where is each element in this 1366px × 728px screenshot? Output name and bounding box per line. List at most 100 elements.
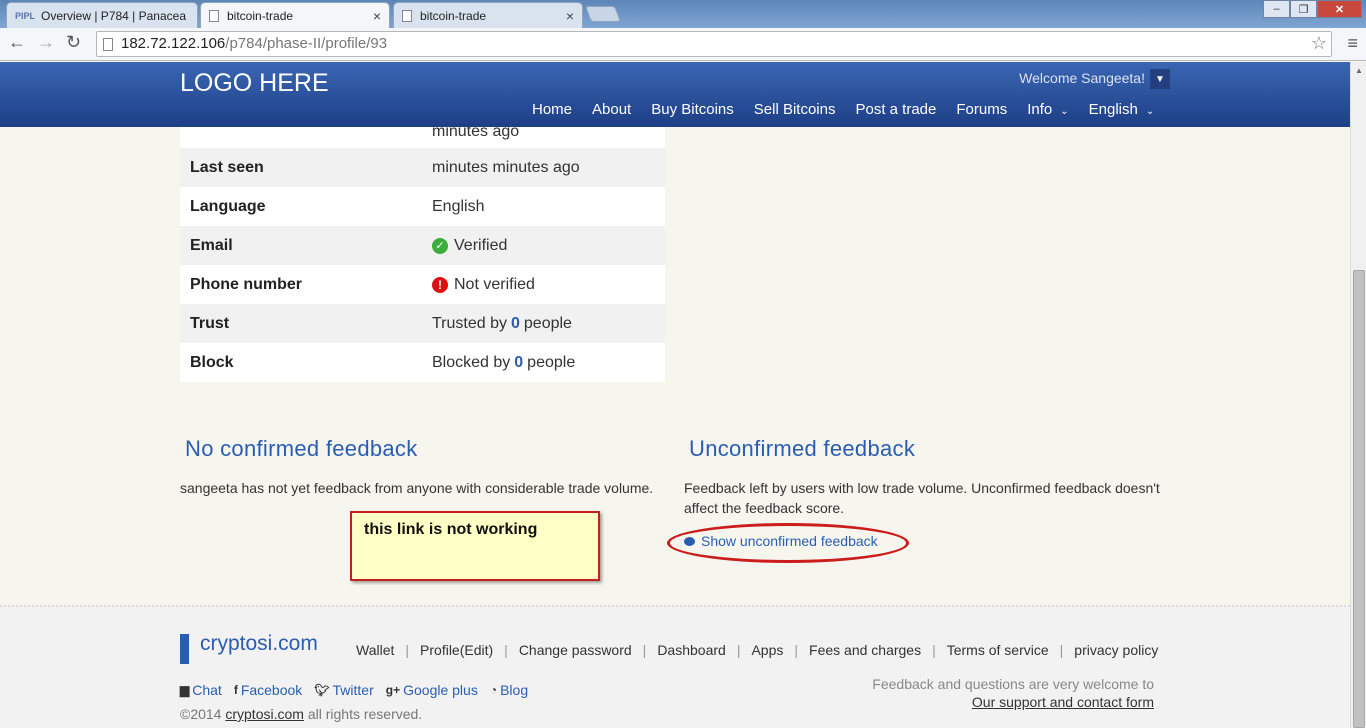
footer-link-terms[interactable]: Terms of service <box>947 642 1049 658</box>
browser-tab-bar: PIPL Overview | P784 | Panacea bitcoin-t… <box>0 0 1366 28</box>
confirmed-feedback-title: No confirmed feedback <box>185 436 418 461</box>
site-header: LOGO HERE Welcome Sangeeta! ▼ Home About… <box>0 62 1350 127</box>
brand-bar <box>180 634 189 664</box>
user-menu-chevron-down-icon[interactable]: ▼ <box>1150 69 1170 89</box>
social-google-plus[interactable]: g+ Google plus <box>386 682 478 698</box>
email-status: Verified <box>454 236 508 254</box>
reload-icon[interactable]: ↻ <box>66 32 81 53</box>
social-links: ▆ Chat f Facebook 🐦︎ Twitter g+ Google plus … <box>180 682 528 698</box>
table-row-email: Email ✓ Verified <box>180 226 665 265</box>
check-circle-icon: ✓ <box>432 237 448 254</box>
scroll-up-icon[interactable]: ▲ <box>1351 62 1366 78</box>
chat-icon: ▆ <box>180 683 190 697</box>
facebook-icon: f <box>233 683 238 697</box>
social-blog[interactable]: ◔ Blog <box>490 682 528 698</box>
footer-link-change-password[interactable]: Change password <box>519 642 632 658</box>
twitter-icon: 🐦︎ <box>314 683 330 697</box>
unconfirmed-feedback-title: Unconfirmed feedback <box>689 436 916 461</box>
nav-forums[interactable]: Forums <box>956 101 1007 118</box>
close-tab-icon[interactable]: × <box>566 8 574 24</box>
trust-suffix: people <box>523 314 572 332</box>
footer-link-wallet[interactable]: Wallet <box>356 642 394 658</box>
main-nav: Home About Buy Bitcoins Sell Bitcoins Po… <box>532 101 1154 118</box>
annotation-ellipse <box>667 523 909 563</box>
exclamation-circle-icon: ! <box>432 276 448 293</box>
row-value: ! Not verified <box>432 276 665 294</box>
tab-overview[interactable]: PIPL Overview | P784 | Panacea <box>6 2 198 28</box>
row-value: ✓ Verified <box>432 237 665 255</box>
social-facebook[interactable]: f Facebook <box>234 682 302 698</box>
minimize-icon[interactable]: – <box>1263 0 1290 18</box>
row-value: minutes minutes ago <box>432 158 580 176</box>
block-count-link[interactable]: 0 <box>514 354 523 372</box>
footer-brand[interactable]: cryptosi.com <box>200 632 318 656</box>
site-logo[interactable]: LOGO HERE <box>180 69 329 98</box>
copyright: ©2014 cryptosi.com all rights reserved. <box>180 706 422 722</box>
social-label: Chat <box>192 682 222 698</box>
row-value: English <box>432 197 485 215</box>
page-icon <box>209 9 219 22</box>
profile-table: minutes ago Last seen minutes minutes ag… <box>180 127 665 382</box>
close-window-icon[interactable]: ✕ <box>1317 0 1362 18</box>
footer-link-fees[interactable]: Fees and charges <box>809 642 921 658</box>
tab-title: Overview | P784 | Panacea <box>41 8 186 23</box>
row-label: Trust <box>190 314 230 332</box>
social-label: Facebook <box>240 682 303 698</box>
nav-buy-bitcoins[interactable]: Buy Bitcoins <box>651 101 734 118</box>
welcome-text: Welcome Sangeeta! <box>1019 70 1145 86</box>
copyright-year: ©2014 <box>180 706 222 722</box>
window-controls: – ❐ ✕ <box>1263 0 1362 18</box>
social-label: Google plus <box>403 682 478 698</box>
social-chat[interactable]: ▆ Chat <box>180 682 222 698</box>
table-row-last-seen: Last seen minutes minutes ago <box>180 148 665 187</box>
block-prefix: Blocked by <box>432 353 511 371</box>
tab-title: bitcoin-trade <box>227 8 294 23</box>
close-tab-icon[interactable]: × <box>373 8 381 24</box>
back-icon[interactable]: ← <box>8 32 26 53</box>
social-label: Twitter <box>332 682 374 698</box>
new-tab-button[interactable] <box>585 6 621 22</box>
scrollbar-thumb[interactable] <box>1353 270 1365 728</box>
rss-icon: ◔ <box>489 683 498 697</box>
trust-count-link[interactable]: 0 <box>511 315 520 333</box>
footer-link-profile-edit[interactable]: Profile(Edit) <box>420 642 493 658</box>
confirmed-feedback-text: sangeeta has not yet feedback from anyon… <box>180 480 654 496</box>
copyright-suffix: all rights reserved. <box>307 706 423 722</box>
row-label: Block <box>190 353 234 371</box>
page-scrollbar[interactable]: ▲ <box>1350 62 1366 728</box>
row-value: Trusted by 0 people <box>432 315 665 333</box>
nav-sell-bitcoins[interactable]: Sell Bitcoins <box>754 101 836 118</box>
unconfirmed-feedback-text: Feedback left by users with low trade vo… <box>684 480 1160 516</box>
tab-bitcoin-trade[interactable]: bitcoin-trade × <box>393 2 583 28</box>
copyright-link[interactable]: cryptosi.com <box>225 706 304 722</box>
footer-link-privacy[interactable]: privacy policy <box>1074 642 1158 658</box>
address-bar[interactable]: 182.72.122.106/p784/phase-II/profile/93 … <box>96 31 1332 57</box>
tab-bitcoin-trade-active[interactable]: bitcoin-trade × <box>200 2 390 28</box>
nav-about[interactable]: About <box>592 101 631 118</box>
nav-language-label: English <box>1088 101 1138 118</box>
forward-icon[interactable]: → <box>37 32 55 53</box>
row-label: Last seen <box>190 158 264 176</box>
nav-language[interactable]: English ⌄ <box>1089 101 1155 118</box>
restore-icon[interactable]: ❐ <box>1290 0 1317 18</box>
footer-link-apps[interactable]: Apps <box>751 642 783 658</box>
page-icon <box>103 38 113 51</box>
social-label: Blog <box>500 682 529 698</box>
bookmark-star-icon[interactable]: ☆ <box>1311 33 1327 54</box>
footer-link-dashboard[interactable]: Dashboard <box>657 642 726 658</box>
browser-toolbar: ← → ↻ 182.72.122.106/p784/phase-II/profi… <box>0 28 1366 61</box>
partial-value: minutes ago <box>432 127 520 140</box>
browser-menu-icon[interactable]: ≡ <box>1347 33 1358 54</box>
nav-home[interactable]: Home <box>532 101 572 118</box>
row-value: Blocked by 0 people <box>432 354 665 372</box>
tab-title: bitcoin-trade <box>420 8 487 23</box>
support-contact-link[interactable]: Our support and contact form <box>972 694 1154 710</box>
table-row-partial: minutes ago <box>180 127 665 148</box>
social-twitter[interactable]: 🐦︎ Twitter <box>314 682 373 698</box>
table-row-trust: Trust Trusted by 0 people <box>180 304 665 343</box>
row-label: Language <box>190 197 266 215</box>
chevron-down-icon: ⌄ <box>1060 106 1069 117</box>
nav-info[interactable]: Info ⌄ <box>1027 101 1068 118</box>
nav-post-a-trade[interactable]: Post a trade <box>855 101 936 118</box>
google-plus-icon: g+ <box>385 683 401 697</box>
